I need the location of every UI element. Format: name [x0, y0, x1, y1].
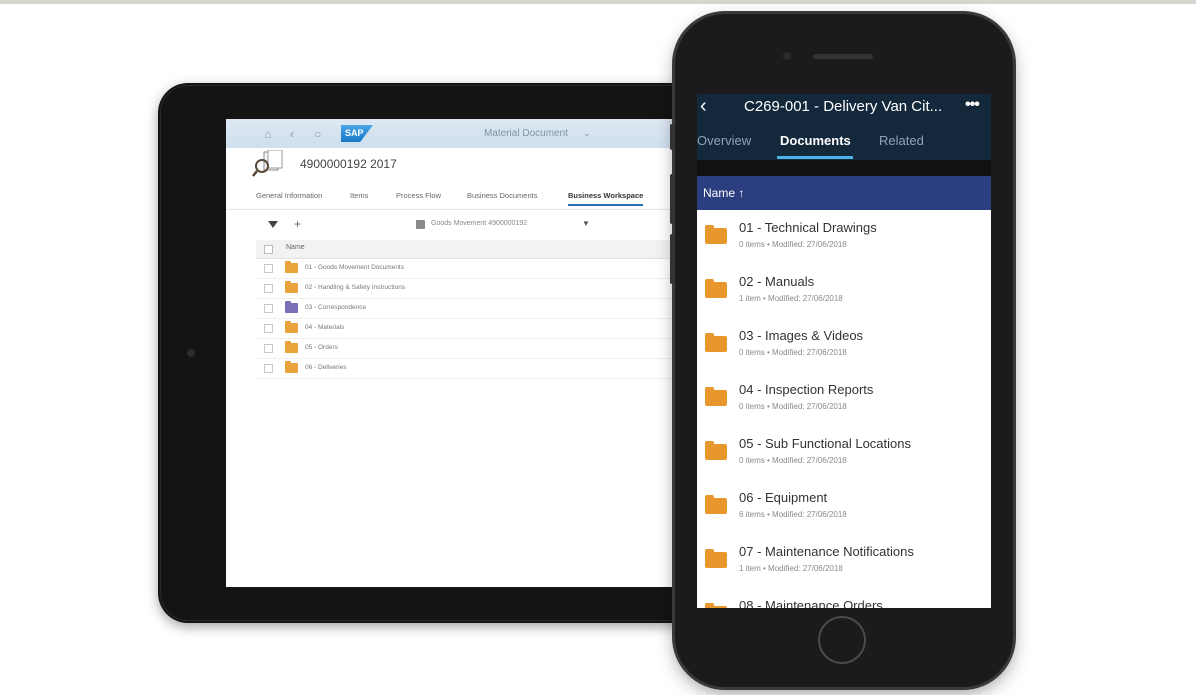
home-icon[interactable]: ⌂ [264, 127, 271, 141]
item-subtitle: 6 items • Modified: 27/06/2018 [739, 510, 847, 519]
phone-device: ‹ C269-001 - Delivery Van Cit... ••• Ove… [670, 14, 1013, 687]
phone-screen: ‹ C269-001 - Delivery Van Cit... ••• Ove… [697, 94, 991, 608]
row-label: 03 - Correspondence [305, 304, 367, 311]
home-button[interactable] [818, 616, 866, 664]
item-subtitle: 0 items • Modified: 27/06/2018 [739, 402, 847, 411]
folder-icon [705, 225, 727, 244]
folder-icon [705, 279, 727, 298]
row-checkbox[interactable] [264, 284, 273, 293]
earpiece-speaker [813, 54, 873, 59]
folder-icon [285, 341, 298, 353]
tab-items[interactable]: Items [350, 191, 368, 200]
list-item[interactable]: 02 - Manuals 1 item • Modified: 27/06/20… [697, 264, 991, 319]
chevron-left-icon[interactable]: ‹ [700, 96, 707, 116]
row-label: 02 - Handling & Safety Instructions [305, 284, 406, 291]
workspace-icon [416, 220, 425, 229]
folder-icon [705, 333, 727, 352]
sort-bar[interactable]: Name ↑ [697, 176, 991, 210]
item-subtitle: 0 items • Modified: 27/06/2018 [739, 240, 847, 249]
row-checkbox[interactable] [264, 344, 273, 353]
item-title: 06 - Equipment [739, 490, 828, 505]
active-tab-indicator [777, 156, 853, 159]
add-icon[interactable]: + [294, 217, 301, 231]
row-checkbox[interactable] [264, 324, 273, 333]
tab-process-flow[interactable]: Process Flow [396, 191, 441, 200]
phone-nav-bar: ‹ C269-001 - Delivery Van Cit... ••• [697, 94, 991, 124]
list-item[interactable]: 03 - Images & Videos 0 items • Modified:… [697, 318, 991, 373]
row-checkbox[interactable] [264, 264, 273, 273]
table-row[interactable]: 06 - Deliveries [256, 359, 746, 379]
sort-by-name[interactable]: Name ↑ [703, 186, 744, 200]
header-divider [697, 160, 991, 176]
column-header-name[interactable]: Name [286, 244, 305, 251]
row-label: 05 - Orders [305, 344, 338, 351]
front-camera [783, 52, 791, 60]
filter-icon[interactable] [268, 221, 278, 228]
document-search-icon [252, 150, 283, 177]
sap-logo: SAP [341, 125, 373, 142]
item-title: 03 - Images & Videos [739, 328, 864, 343]
back-icon[interactable]: ‹ [290, 127, 294, 141]
item-title: 04 - Inspection Reports [739, 382, 874, 397]
folder-icon [705, 549, 727, 568]
tab-related[interactable]: Related [879, 133, 924, 148]
page-title: C269-001 - Delivery Van Cit... [744, 98, 943, 115]
more-icon[interactable]: ••• [965, 96, 980, 114]
row-label: 04 - Materials [305, 324, 345, 331]
select-all-checkbox[interactable] [264, 245, 273, 254]
tab-documents[interactable]: Documents [780, 133, 851, 148]
item-title: 02 - Manuals [739, 274, 815, 289]
item-title: 05 - Sub Functional Locations [739, 436, 911, 451]
item-title: 07 - Maintenance Notifications [739, 544, 914, 559]
folder-icon [285, 361, 298, 373]
row-checkbox[interactable] [264, 304, 273, 313]
folder-icon [705, 441, 727, 460]
search-icon[interactable]: ○ [314, 127, 321, 141]
tablet-camera [187, 349, 195, 357]
tablet-device: ⌂ ‹ ○ SAP Material Document ⌄ 4900000192… [158, 83, 766, 623]
list-item[interactable]: 05 - Sub Functional Locations 0 items • … [697, 426, 991, 481]
chevron-down-icon[interactable]: ⌄ [583, 128, 591, 139]
folder-icon [285, 321, 298, 333]
row-label: 06 - Deliveries [305, 364, 347, 371]
tab-business-documents[interactable]: Business Documents [467, 191, 537, 200]
row-label: 01 - Goods Movement Documents [305, 264, 404, 271]
shell-title[interactable]: Material Document [484, 128, 568, 139]
chevron-down-icon[interactable]: ▼ [582, 219, 590, 228]
list-item[interactable]: 08 - Maintenance Orders [697, 588, 991, 608]
list-item[interactable]: 01 - Technical Drawings 0 items • Modifi… [697, 210, 991, 265]
folder-icon [285, 281, 298, 293]
item-subtitle: 1 item • Modified: 27/06/2018 [739, 564, 843, 573]
tab-general-information[interactable]: General Information [256, 191, 322, 200]
phone-tab-bar: Overview Documents Related [697, 124, 991, 160]
folder-icon [705, 495, 727, 514]
item-title: 08 - Maintenance Orders [739, 598, 883, 608]
list-item[interactable]: 04 - Inspection Reports 0 items • Modifi… [697, 372, 991, 427]
folder-icon [705, 387, 727, 406]
folder-icon [705, 603, 727, 608]
item-subtitle: 0 items • Modified: 27/06/2018 [739, 456, 847, 465]
volume-up-button [670, 174, 674, 224]
workspace-selector[interactable]: Goods Movement 4900000192 [431, 220, 527, 227]
background-strip [0, 0, 1196, 4]
item-title: 01 - Technical Drawings [739, 220, 877, 235]
item-subtitle: 1 item • Modified: 27/06/2018 [739, 294, 843, 303]
tab-business-workspace[interactable]: Business Workspace [568, 191, 644, 206]
list-item[interactable]: 07 - Maintenance Notifications 1 item • … [697, 534, 991, 589]
row-checkbox[interactable] [264, 364, 273, 373]
object-title: 4900000192 2017 [300, 157, 397, 171]
folder-icon [285, 261, 298, 273]
list-item[interactable]: 06 - Equipment 6 items • Modified: 27/06… [697, 480, 991, 535]
table-row[interactable]: 05 - Orders [256, 339, 746, 359]
mute-switch [670, 124, 674, 150]
item-subtitle: 0 items • Modified: 27/06/2018 [739, 348, 847, 357]
tab-overview[interactable]: Overview [697, 133, 751, 148]
folder-icon [285, 301, 298, 313]
volume-down-button [670, 234, 674, 284]
table-row[interactable]: 03 - Correspondence [256, 299, 746, 319]
table-row[interactable]: 04 - Materials [256, 319, 746, 339]
